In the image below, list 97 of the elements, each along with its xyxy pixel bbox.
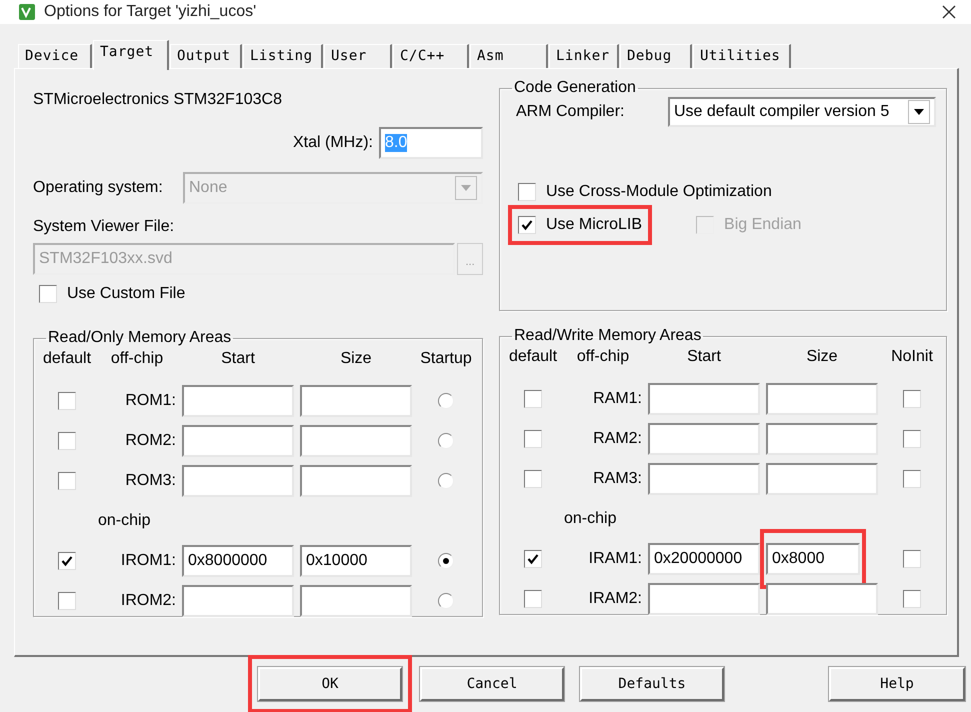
checkbox[interactable]: [58, 432, 76, 450]
size-field[interactable]: 0x10000: [300, 545, 412, 577]
area-label: ROM3:: [125, 472, 176, 490]
area-label: IROM1:: [120, 552, 176, 570]
close-icon[interactable]: [941, 4, 957, 20]
checkbox-label: Use MicroLIB: [546, 216, 642, 234]
checkbox-label: Big Endian: [724, 216, 802, 234]
area-label: RAM1:: [593, 390, 642, 408]
tab[interactable]: Target: [93, 40, 169, 70]
column-header: off-chip: [576, 347, 630, 367]
field-label: System Viewer File:: [33, 218, 176, 236]
tab[interactable]: Linker: [549, 44, 619, 68]
tab[interactable]: Debug: [620, 44, 692, 68]
column-header: Start: [220, 349, 256, 369]
field-label: Xtal (MHz):: [293, 134, 373, 152]
dialog-button[interactable]: Cancel: [420, 667, 564, 701]
field-label: ARM Compiler:: [516, 103, 626, 121]
checkbox[interactable]: [39, 285, 57, 303]
section-label: on-chip: [98, 512, 150, 530]
dialog-button[interactable]: Help: [829, 667, 965, 701]
radio-button[interactable]: [438, 593, 454, 609]
area-label: IROM2:: [120, 592, 176, 610]
dialog-button[interactable]: Defaults: [580, 667, 724, 701]
checkbox[interactable]: [58, 552, 76, 570]
checkbox[interactable]: [524, 590, 542, 608]
radio-button[interactable]: [438, 553, 454, 569]
size-field[interactable]: [300, 385, 412, 417]
start-field[interactable]: 0x8000000: [182, 545, 294, 577]
size-field[interactable]: [300, 465, 412, 497]
checkbox[interactable]: [524, 430, 542, 448]
column-header: default: [42, 349, 92, 369]
start-field[interactable]: [182, 385, 294, 417]
area-label: RAM3:: [593, 470, 642, 488]
group-title: Read/Write Memory Areas: [513, 327, 702, 345]
column-header: Start: [686, 347, 722, 367]
area-label: ROM1:: [125, 392, 176, 410]
start-field[interactable]: [182, 425, 294, 457]
size-field[interactable]: [300, 585, 412, 617]
tab[interactable]: Device: [18, 44, 92, 68]
column-header: Startup: [419, 349, 473, 369]
radio-button[interactable]: [438, 433, 454, 449]
checkbox[interactable]: [903, 470, 921, 488]
tab[interactable]: C/C++: [393, 44, 469, 68]
area-label: IRAM1:: [588, 550, 642, 568]
size-field[interactable]: [766, 383, 878, 415]
compiler-dropdown[interactable]: Use default compiler version 5: [668, 97, 936, 127]
start-field[interactable]: 0x20000000: [648, 543, 760, 575]
start-field[interactable]: [648, 583, 760, 615]
column-header: default: [508, 347, 558, 367]
area-label: ROM2:: [125, 432, 176, 450]
start-field[interactable]: [648, 383, 760, 415]
start-field[interactable]: [648, 423, 760, 455]
group-title: Code Generation: [513, 79, 637, 97]
checkbox[interactable]: [518, 216, 536, 234]
column-header: Size: [339, 349, 373, 369]
column-header: NoInit: [890, 347, 934, 367]
checkbox-label: Use Cross-Module Optimization: [546, 182, 772, 200]
checkbox[interactable]: [903, 430, 921, 448]
checkbox[interactable]: [58, 592, 76, 610]
radio-button[interactable]: [438, 473, 454, 489]
checkbox[interactable]: [524, 550, 542, 568]
checkbox-label: Use Custom File: [67, 285, 186, 303]
size-field[interactable]: [766, 423, 878, 455]
size-field[interactable]: [766, 583, 878, 615]
size-field[interactable]: [766, 463, 878, 495]
field-label: Operating system:: [33, 179, 163, 197]
tab[interactable]: Output: [170, 44, 242, 68]
start-field[interactable]: [182, 585, 294, 617]
tab[interactable]: Utilities: [693, 44, 791, 68]
checkbox[interactable]: [58, 472, 76, 490]
dialog-button[interactable]: OK: [258, 667, 402, 701]
tab[interactable]: Listing: [243, 44, 323, 68]
radio-button[interactable]: [438, 393, 454, 409]
window-title: Options for Target 'yizhi_ucos': [44, 3, 258, 21]
checkbox[interactable]: [524, 470, 542, 488]
area-label: IRAM2:: [588, 590, 642, 608]
group-title: Read/Only Memory Areas: [47, 329, 232, 347]
column-header: off-chip: [110, 349, 164, 369]
dropdown-arrow-icon: [914, 109, 924, 115]
device-name: STMicroelectronics STM32F103C8: [33, 91, 283, 110]
app-icon: [18, 3, 36, 21]
tab[interactable]: Asm: [470, 44, 548, 68]
dropdown-arrow-icon: [461, 185, 471, 191]
tab[interactable]: User: [324, 44, 392, 68]
size-field[interactable]: [300, 425, 412, 457]
checkbox[interactable]: [903, 390, 921, 408]
size-field[interactable]: 0x8000: [766, 543, 860, 575]
checkbox[interactable]: [524, 390, 542, 408]
column-header: Size: [805, 347, 839, 367]
checkbox[interactable]: [903, 590, 921, 608]
area-label: RAM2:: [593, 430, 642, 448]
checkbox[interactable]: [518, 182, 536, 200]
start-field[interactable]: [182, 465, 294, 497]
start-field[interactable]: [648, 463, 760, 495]
checkbox[interactable]: [58, 392, 76, 410]
checkbox[interactable]: [903, 550, 921, 568]
section-label: on-chip: [564, 510, 616, 528]
